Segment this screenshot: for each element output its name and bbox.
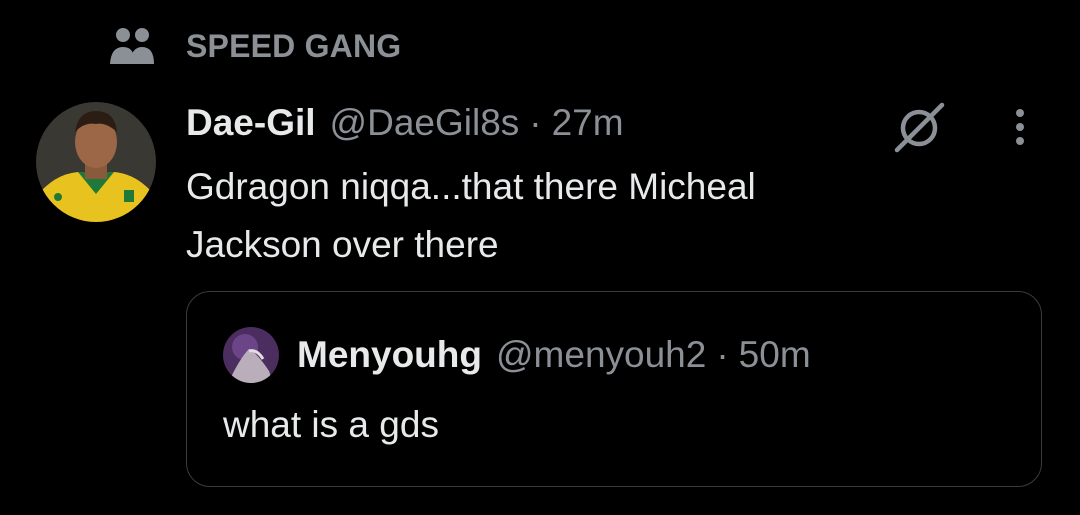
quote-author-avatar[interactable] bbox=[223, 327, 279, 383]
quoted-tweet-card[interactable]: Menyouhg @menyouh2 · 50m what is a gds bbox=[186, 291, 1042, 487]
quote-author-name[interactable]: Menyouhg bbox=[297, 334, 482, 376]
quote-header: Menyouhg @menyouh2 · 50m bbox=[223, 326, 811, 384]
tweet-text-line: Jackson over there bbox=[186, 224, 499, 265]
community-icon bbox=[108, 24, 156, 68]
tweet-timestamp[interactable]: 27m bbox=[552, 102, 624, 144]
tweet-header: Dae-Gil @DaeGil8s · 27m bbox=[186, 100, 624, 146]
author-handle[interactable]: @DaeGil8s bbox=[330, 102, 520, 144]
tweet-text-line: Gdragon niqqa...that there Micheal bbox=[186, 166, 756, 207]
author-avatar[interactable] bbox=[36, 102, 156, 222]
separator-dot: · bbox=[529, 102, 542, 143]
community-name[interactable]: SPEED GANG bbox=[186, 28, 401, 65]
quote-text: what is a gds bbox=[223, 404, 439, 445]
quote-author-handle[interactable]: @menyouh2 bbox=[496, 334, 706, 376]
more-vertical-icon[interactable] bbox=[1002, 104, 1038, 150]
separator-dot: · bbox=[716, 334, 729, 375]
quote-timestamp[interactable]: 50m bbox=[739, 334, 811, 376]
community-context[interactable]: SPEED GANG bbox=[108, 24, 401, 68]
grok-icon[interactable] bbox=[890, 97, 948, 155]
author-name[interactable]: Dae-Gil bbox=[186, 102, 316, 144]
tweet-text: Gdragon niqqa...that there Micheal Jacks… bbox=[186, 158, 946, 274]
